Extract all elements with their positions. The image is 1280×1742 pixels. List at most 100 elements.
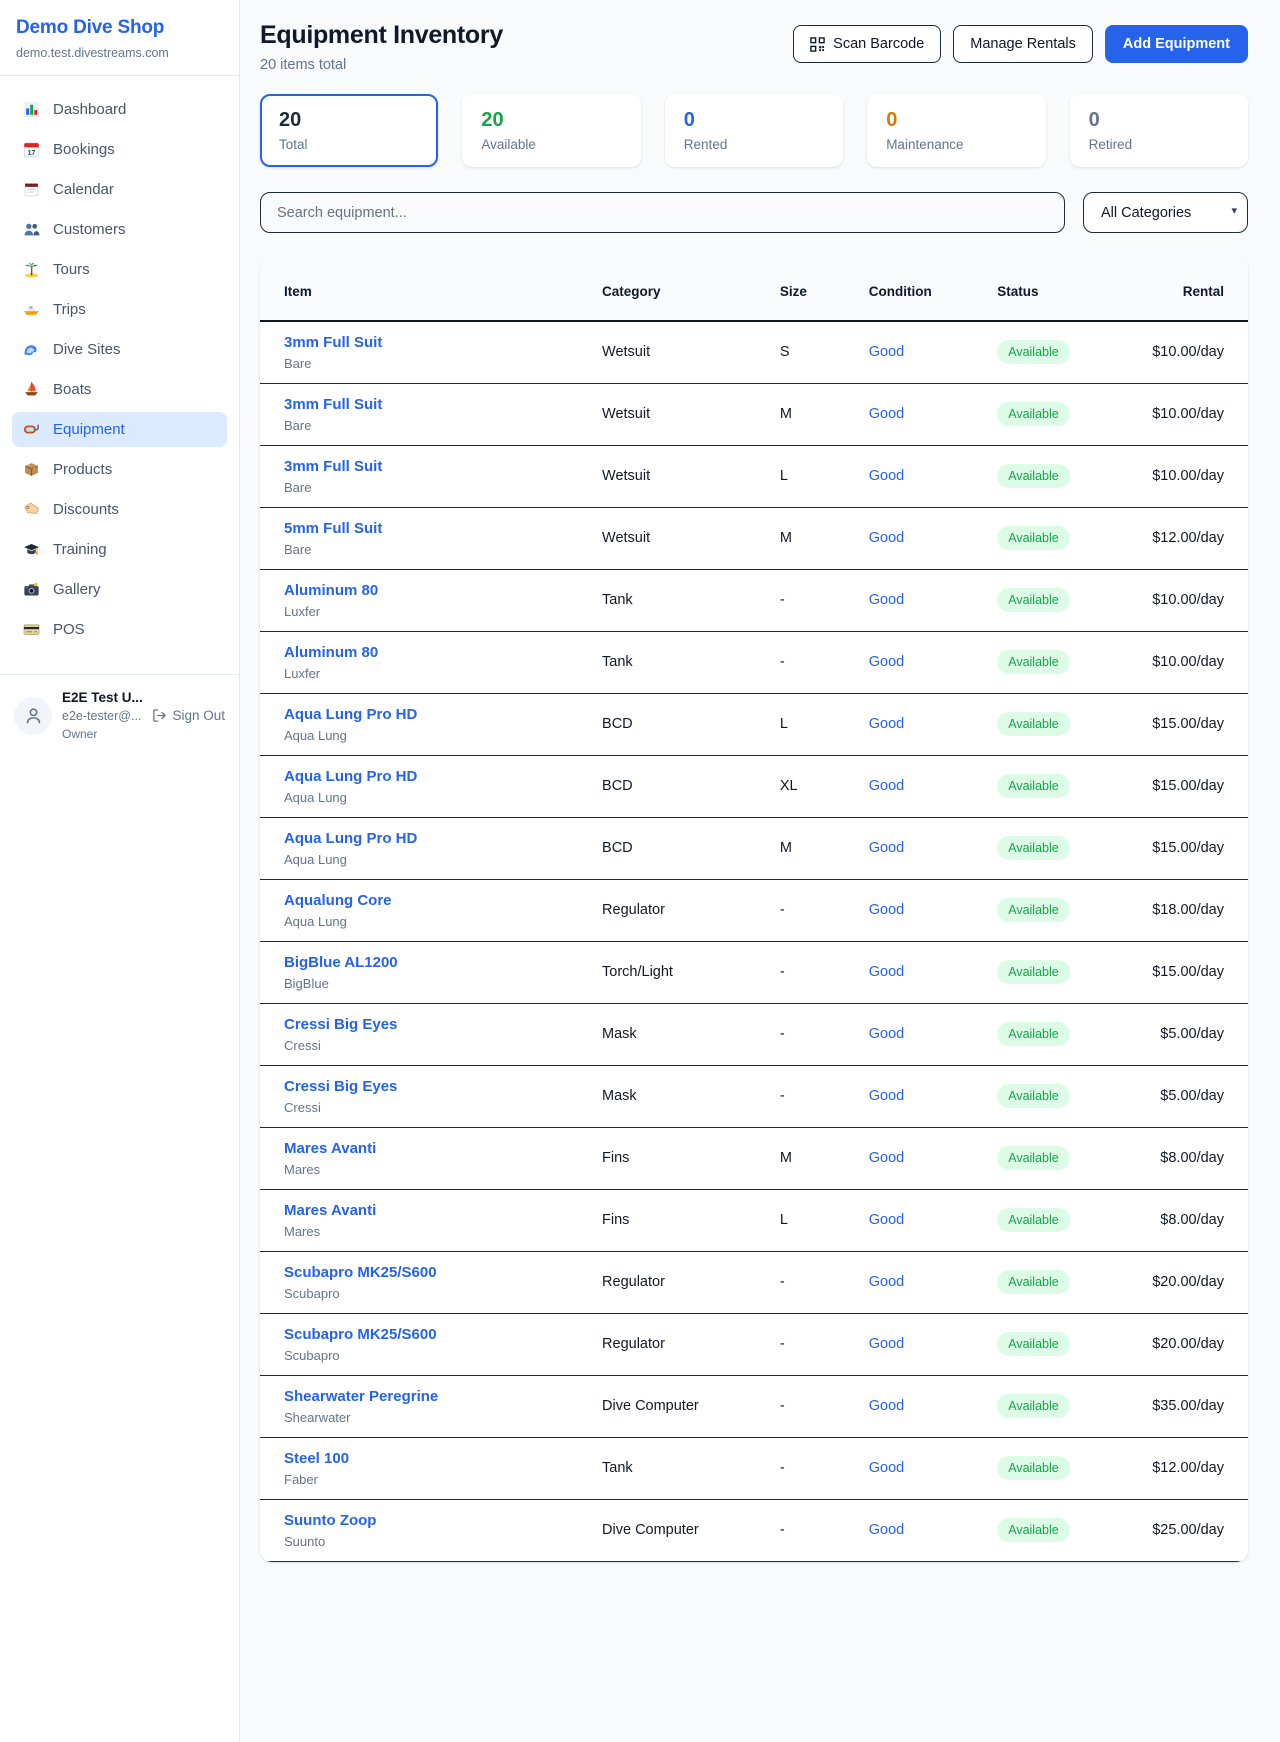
category-select[interactable]: All Categories: [1083, 192, 1248, 233]
item-name-link[interactable]: 3mm Full Suit: [284, 334, 382, 351]
item-name-link[interactable]: Cressi Big Eyes: [284, 1016, 397, 1033]
item-condition-link[interactable]: Good: [869, 1212, 904, 1228]
table-row: Scubapro MK25/S600ScubaproRegulator-Good…: [260, 1313, 1248, 1375]
scan-barcode-button[interactable]: Scan Barcode: [793, 25, 941, 63]
status-badge: Available: [997, 1146, 1070, 1170]
item-name-link[interactable]: Suunto Zoop: [284, 1512, 376, 1529]
item-name-link[interactable]: 3mm Full Suit: [284, 396, 382, 413]
add-equipment-button[interactable]: Add Equipment: [1105, 25, 1248, 63]
item-name-link[interactable]: 5mm Full Suit: [284, 520, 382, 537]
item-brand: Luxfer: [284, 666, 570, 681]
sidebar-item-calendar[interactable]: Calendar: [12, 172, 227, 207]
item-name-link[interactable]: Scubapro MK25/S600: [284, 1264, 437, 1281]
stat-card-rented[interactable]: 0Rented: [665, 94, 843, 167]
sidebar-item-dashboard[interactable]: Dashboard: [12, 92, 227, 127]
item-name-link[interactable]: Aqua Lung Pro HD: [284, 706, 417, 723]
table-row: 3mm Full SuitBareWetsuitLGoodAvailable$1…: [260, 445, 1248, 507]
item-condition-link[interactable]: Good: [869, 778, 904, 794]
item-size: -: [764, 631, 853, 693]
barcode-scan-icon: [810, 37, 825, 52]
user-meta: E2E Test U... e2e-tester@... Owner: [62, 690, 142, 742]
status-badge: Available: [997, 464, 1070, 488]
bar-chart-icon: [22, 101, 41, 118]
item-name-link[interactable]: BigBlue AL1200: [284, 954, 398, 971]
item-name-link[interactable]: Aluminum 80: [284, 582, 378, 599]
item-name-link[interactable]: Aluminum 80: [284, 644, 378, 661]
sidebar-item-tours[interactable]: Tours: [12, 252, 227, 287]
item-condition-link[interactable]: Good: [869, 1336, 904, 1352]
item-condition-link[interactable]: Good: [869, 592, 904, 608]
status-badge: Available: [997, 836, 1070, 860]
stat-label-retired: Retired: [1089, 137, 1229, 152]
item-rental-price: $15.00/day: [1120, 755, 1248, 817]
item-name-link[interactable]: Mares Avanti: [284, 1202, 376, 1219]
item-name-link[interactable]: Shearwater Peregrine: [284, 1388, 438, 1405]
item-brand: Mares: [284, 1224, 570, 1239]
manage-rentals-button[interactable]: Manage Rentals: [953, 25, 1093, 63]
column-header-size: Size: [764, 257, 853, 321]
item-condition-link[interactable]: Good: [869, 1026, 904, 1042]
sidebar-item-pos[interactable]: POS: [12, 612, 227, 647]
item-size: XL: [764, 755, 853, 817]
sidebar-item-gallery[interactable]: Gallery: [12, 572, 227, 607]
item-name-link[interactable]: Aqua Lung Pro HD: [284, 830, 417, 847]
stat-value-available: 20: [481, 109, 621, 132]
item-condition-link[interactable]: Good: [869, 964, 904, 980]
item-condition-link[interactable]: Good: [869, 1460, 904, 1476]
sidebar-item-bookings[interactable]: 17Bookings: [12, 132, 227, 167]
item-name-link[interactable]: 3mm Full Suit: [284, 458, 382, 475]
item-condition-link[interactable]: Good: [869, 902, 904, 918]
table-row: Cressi Big EyesCressiMask-GoodAvailable$…: [260, 1065, 1248, 1127]
sidebar-nav: Dashboard 17Bookings Calendar Customers Tour…: [0, 76, 239, 660]
item-name-link[interactable]: Scubapro MK25/S600: [284, 1326, 437, 1343]
header-actions: Scan Barcode Manage Rentals Add Equipmen…: [793, 25, 1248, 63]
item-condition-link[interactable]: Good: [869, 654, 904, 670]
person-icon: [24, 706, 43, 725]
item-condition-link[interactable]: Good: [869, 406, 904, 422]
sidebar-item-training[interactable]: Training: [12, 532, 227, 567]
item-condition-link[interactable]: Good: [869, 1274, 904, 1290]
item-name-link[interactable]: Mares Avanti: [284, 1140, 376, 1157]
sidebar-item-label: Gallery: [53, 581, 101, 598]
item-name-link[interactable]: Aqua Lung Pro HD: [284, 768, 417, 785]
sidebar-item-boats[interactable]: Boats: [12, 372, 227, 407]
stat-card-total[interactable]: 20Total: [260, 94, 438, 167]
item-condition-link[interactable]: Good: [869, 530, 904, 546]
filter-row: All Categories ▾: [260, 192, 1248, 233]
sidebar-item-products[interactable]: Products: [12, 452, 227, 487]
sidebar-item-trips[interactable]: Trips: [12, 292, 227, 327]
item-category: Mask: [586, 1003, 764, 1065]
item-name-link[interactable]: Cressi Big Eyes: [284, 1078, 397, 1095]
status-badge: Available: [997, 1270, 1070, 1294]
sign-out-button[interactable]: Sign Out: [152, 708, 225, 723]
item-brand: Mares: [284, 1162, 570, 1177]
sidebar-item-discounts[interactable]: Discounts: [12, 492, 227, 527]
item-condition-link[interactable]: Good: [869, 1522, 904, 1538]
item-condition-link[interactable]: Good: [869, 716, 904, 732]
item-condition-link[interactable]: Good: [869, 840, 904, 856]
table-row: Suunto ZoopSuuntoDive Computer-GoodAvail…: [260, 1499, 1248, 1561]
item-condition-link[interactable]: Good: [869, 1088, 904, 1104]
stat-card-maintenance[interactable]: 0Maintenance: [867, 94, 1045, 167]
item-condition-link[interactable]: Good: [869, 344, 904, 360]
item-size: -: [764, 879, 853, 941]
item-condition-link[interactable]: Good: [869, 468, 904, 484]
sidebar-item-label: Training: [53, 541, 107, 558]
table-header: Item Category Size Condition Status Rent…: [260, 257, 1248, 321]
item-condition-link[interactable]: Good: [869, 1398, 904, 1414]
status-badge: Available: [997, 1084, 1070, 1108]
item-name-link[interactable]: Steel 100: [284, 1450, 349, 1467]
sidebar-item-customers[interactable]: Customers: [12, 212, 227, 247]
sidebar-item-equipment[interactable]: Equipment: [12, 412, 227, 447]
status-badge: Available: [997, 898, 1070, 922]
stat-card-retired[interactable]: 0Retired: [1070, 94, 1248, 167]
search-input[interactable]: [260, 192, 1065, 233]
sidebar-item-dive-sites[interactable]: Dive Sites: [12, 332, 227, 367]
stat-card-available[interactable]: 20Available: [462, 94, 640, 167]
table-row: Steel 100FaberTank-GoodAvailable$12.00/d…: [260, 1437, 1248, 1499]
status-badge: Available: [997, 650, 1070, 674]
item-rental-price: $35.00/day: [1120, 1375, 1248, 1437]
item-name-link[interactable]: Aqualung Core: [284, 892, 392, 909]
item-condition-link[interactable]: Good: [869, 1150, 904, 1166]
item-brand: Scubapro: [284, 1286, 570, 1301]
